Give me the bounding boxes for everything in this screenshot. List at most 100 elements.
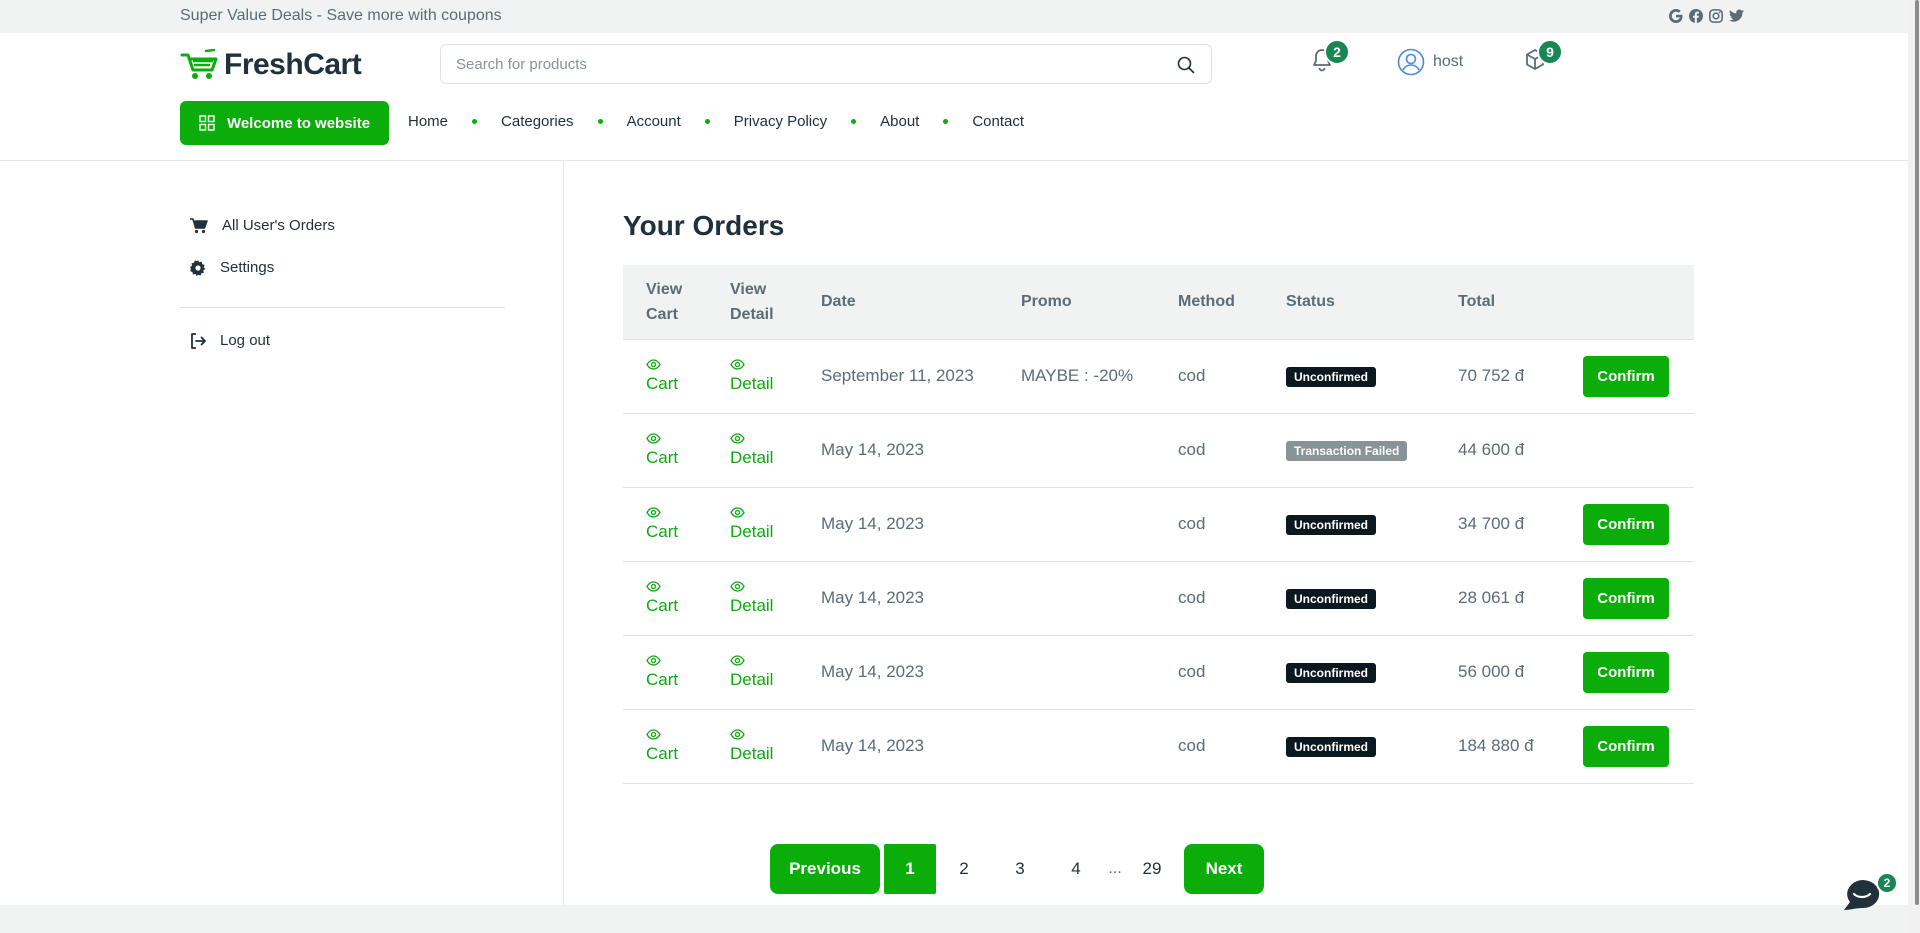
search-box <box>440 44 1212 84</box>
page-3[interactable]: 3 <box>992 859 1048 879</box>
next-button[interactable]: Next <box>1184 844 1264 894</box>
previous-button[interactable]: Previous <box>770 844 880 894</box>
cart-icon <box>190 217 208 233</box>
status-badge: Unconfirmed <box>1286 736 1377 757</box>
view-cart-link[interactable]: Cart <box>646 728 707 764</box>
sidebar-orders-label: All User's Orders <box>222 217 335 234</box>
confirm-button[interactable]: Confirm <box>1583 503 1669 545</box>
view-cart-link[interactable]: Cart <box>646 654 707 690</box>
welcome-label: Welcome to website <box>226 114 371 132</box>
notifications-badge: 2 <box>1324 39 1350 65</box>
col-view-cart: View Cart <box>623 265 707 340</box>
detail-link-label: Detail <box>730 743 774 763</box>
cell-view-detail: Detail <box>707 635 798 710</box>
page-4[interactable]: 4 <box>1048 859 1104 879</box>
view-detail-link[interactable]: Detail <box>730 728 798 764</box>
user-name: host <box>1433 53 1464 70</box>
cell-promo: MAYBE : -20% <box>998 339 1155 414</box>
top-bar: Super Value Deals - Save more with coupo… <box>0 0 1920 33</box>
nav-home[interactable]: Home <box>408 113 448 130</box>
logo[interactable]: FreshCart <box>180 48 362 82</box>
view-cart-link[interactable]: Cart <box>646 506 707 542</box>
cell-promo <box>998 709 1155 784</box>
welcome-button[interactable]: Welcome to website <box>180 101 389 145</box>
col-method: Method <box>1155 265 1263 340</box>
cell-total: 44 600 đ <box>1435 413 1560 488</box>
status-badge: Unconfirmed <box>1286 588 1377 609</box>
cell-status: Transaction Failed <box>1263 413 1435 488</box>
cart-button[interactable]: 9 <box>1523 39 1563 78</box>
sidebar-divider <box>180 307 505 308</box>
status-badge: Unconfirmed <box>1286 366 1377 387</box>
orders-body: Cart Detail September 11, 2023 MAYBE : -20%… <box>623 339 1694 784</box>
cart-link-label: Cart <box>646 669 679 689</box>
cell-status: Unconfirmed <box>1263 487 1435 562</box>
view-cart-link[interactable]: Cart <box>646 580 707 616</box>
confirm-button[interactable]: Confirm <box>1583 355 1669 397</box>
eye-icon <box>646 580 661 592</box>
notifications-button[interactable]: 2 <box>1310 39 1350 78</box>
search-icon[interactable] <box>1177 56 1195 74</box>
cell-view-cart: Cart <box>623 339 707 414</box>
instagram-icon[interactable] <box>1708 8 1724 24</box>
cell-view-detail: Detail <box>707 413 798 488</box>
scrollbar-thumb[interactable] <box>1915 0 1919 905</box>
sidebar-item-orders[interactable]: All User's Orders <box>190 217 335 234</box>
eye-icon <box>646 358 661 370</box>
confirm-button[interactable]: Confirm <box>1583 651 1669 693</box>
cell-method: cod <box>1155 487 1263 562</box>
eye-icon <box>646 432 661 444</box>
col-status: Status <box>1263 265 1435 340</box>
detail-link-label: Detail <box>730 669 774 689</box>
eye-icon <box>730 432 745 444</box>
confirm-button[interactable]: Confirm <box>1583 725 1669 767</box>
confirm-button[interactable]: Confirm <box>1583 577 1669 619</box>
logout-button[interactable]: Log out <box>190 332 270 349</box>
page-2[interactable]: 2 <box>936 859 992 879</box>
cell-total: 28 061 đ <box>1435 561 1560 636</box>
cell-view-cart: Cart <box>623 635 707 710</box>
page-current[interactable]: 1 <box>884 844 936 894</box>
nav-categories[interactable]: Categories <box>501 113 574 130</box>
table-row: Cart Detail May 14, 2023 cod Unconfirmed 28 0… <box>623 561 1694 636</box>
cell-view-cart: Cart <box>623 709 707 784</box>
cell-date: May 14, 2023 <box>798 635 998 710</box>
facebook-icon[interactable] <box>1688 8 1704 24</box>
cell-total: 34 700 đ <box>1435 487 1560 562</box>
nav-privacy-policy[interactable]: Privacy Policy <box>734 113 827 130</box>
user-account[interactable]: host <box>1397 48 1463 76</box>
view-detail-link[interactable]: Detail <box>730 358 798 394</box>
view-cart-link[interactable]: Cart <box>646 432 707 468</box>
nav-about[interactable]: About <box>880 113 919 130</box>
detail-link-label: Detail <box>730 447 774 467</box>
cell-actions: Confirm <box>1560 561 1694 636</box>
nav-account[interactable]: Account <box>627 113 681 130</box>
cell-view-detail: Detail <box>707 487 798 562</box>
view-detail-link[interactable]: Detail <box>730 506 798 542</box>
view-detail-link[interactable]: Detail <box>730 432 798 468</box>
sidebar-item-settings[interactable]: Settings <box>190 259 274 276</box>
search-input[interactable] <box>441 45 1161 83</box>
cell-date: May 14, 2023 <box>798 709 998 784</box>
cell-view-detail: Detail <box>707 709 798 784</box>
cell-promo <box>998 413 1155 488</box>
logout-label: Log out <box>220 332 271 349</box>
google-icon[interactable] <box>1668 8 1684 24</box>
page-title: Your Orders <box>623 210 785 241</box>
cell-actions: Confirm <box>1560 487 1694 562</box>
view-cart-link[interactable]: Cart <box>646 358 707 394</box>
twitter-icon[interactable] <box>1728 8 1744 24</box>
content-divider <box>563 161 564 905</box>
orders-table: View Cart View Detail Date Promo Method … <box>623 265 1694 784</box>
view-detail-link[interactable]: Detail <box>730 580 798 616</box>
detail-link-label: Detail <box>730 595 774 615</box>
view-detail-link[interactable]: Detail <box>730 654 798 690</box>
nav-contact[interactable]: Contact <box>972 113 1024 130</box>
cart-link-label: Cart <box>646 373 679 393</box>
page-ellipsis: ... <box>1108 860 1122 877</box>
cell-date: September 11, 2023 <box>798 339 998 414</box>
promo-text: Super Value Deals - Save more with coupo… <box>180 7 502 24</box>
cell-promo <box>998 487 1155 562</box>
page-last[interactable]: 29 <box>1126 859 1178 879</box>
cell-status: Unconfirmed <box>1263 709 1435 784</box>
